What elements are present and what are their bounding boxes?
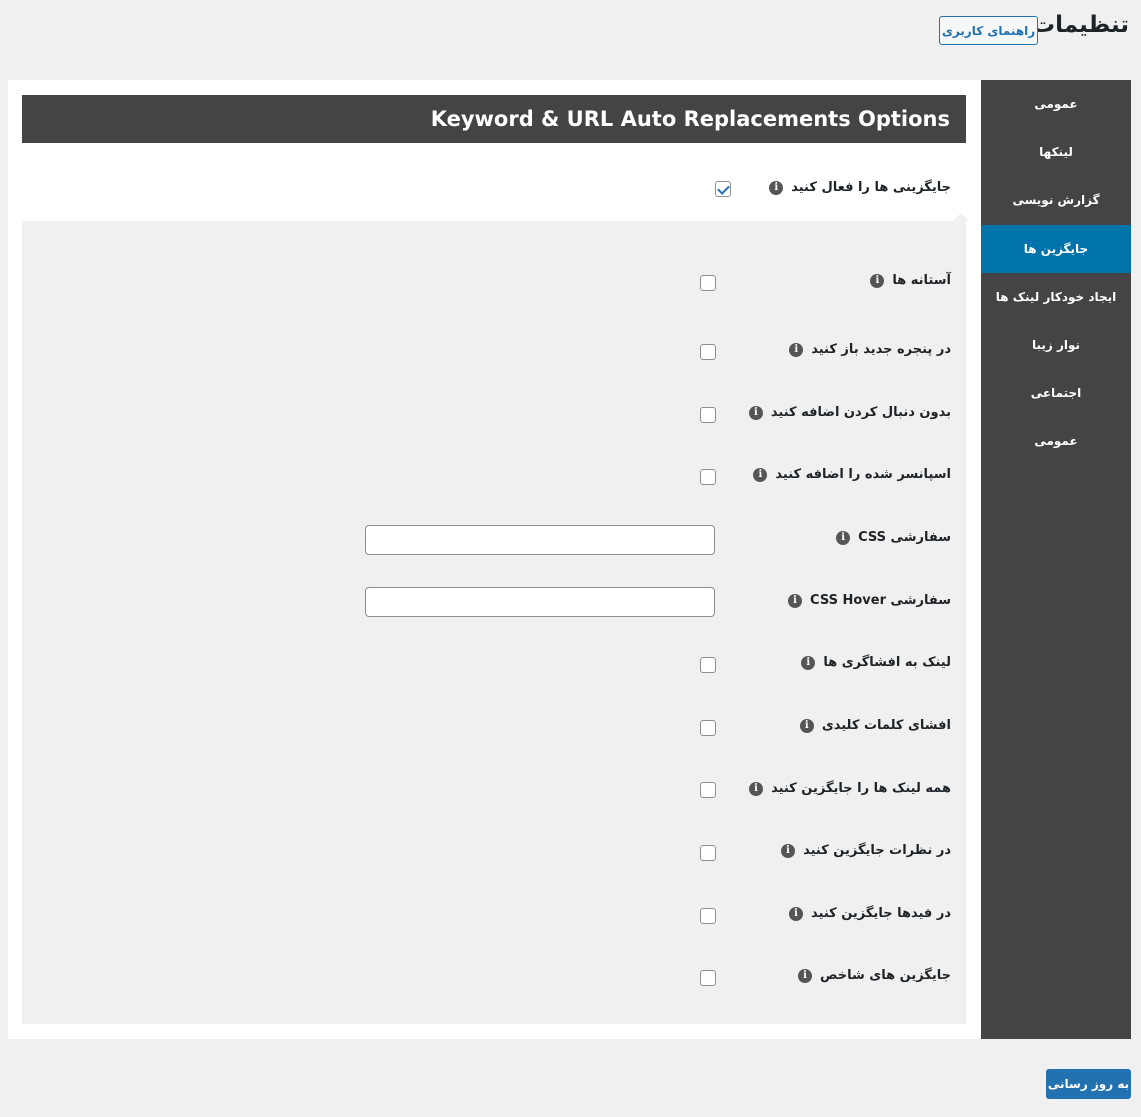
update-button[interactable]: به روز رسانی — [1046, 1069, 1131, 1099]
thresholds-checkbox[interactable] — [700, 275, 716, 291]
sidebar-item-links[interactable]: لینکها — [981, 128, 1131, 176]
option-label-keyword-disclosure: i افشای کلمات کلیدی — [799, 718, 951, 733]
sidebar-item-general[interactable]: عمومی — [981, 80, 1131, 128]
option-label-custom-hover-css: i CSS Hover سفارشی — [788, 593, 951, 608]
option-label-replace-feeds: i در فیدها جایگزین کنید — [789, 906, 951, 921]
option-label-replace-all: i همه لینک ها را جایگزین کنید — [749, 781, 951, 796]
nofollow-checkbox[interactable] — [700, 407, 716, 423]
settings-sidebar: عمومی لینکها گزارش نویسی جایگزین ها ایجا… — [981, 80, 1131, 1039]
section-title: Keyword & URL Auto Replacements Options — [22, 95, 966, 143]
disclosures-link-checkbox[interactable] — [700, 657, 716, 673]
sidebar-item-logging[interactable]: گزارش نویسی — [981, 176, 1131, 224]
page-title: تنظیمات — [1032, 12, 1129, 38]
info-icon[interactable]: i — [769, 180, 784, 195]
index-replacements-checkbox[interactable] — [700, 970, 716, 986]
replace-comments-checkbox[interactable] — [700, 845, 716, 861]
replace-all-checkbox[interactable] — [700, 782, 716, 798]
info-icon[interactable]: i — [753, 467, 768, 482]
sidebar-item-replacements[interactable]: جایگزین ها — [981, 225, 1131, 273]
enable-replacements-checkbox[interactable] — [715, 181, 731, 197]
info-icon[interactable]: i — [801, 655, 816, 670]
option-label-replace-comments: i در نظرات جایگزین کنید — [781, 843, 951, 858]
sidebar-item-social[interactable]: اجتماعی — [981, 369, 1131, 417]
info-icon[interactable]: i — [870, 273, 885, 288]
info-icon[interactable]: i — [789, 342, 804, 357]
sidebar-item-auto-links[interactable]: ایجاد خودکار لینک ها — [981, 273, 1131, 321]
option-label-custom-css: i CSS سفارشی — [836, 530, 951, 545]
sponsored-checkbox[interactable] — [700, 469, 716, 485]
help-button[interactable]: راهنمای کاربری — [939, 16, 1038, 45]
settings-wrapper: عمومی لینکها گزارش نویسی جایگزین ها ایجا… — [8, 80, 1131, 1039]
info-icon[interactable]: i — [789, 906, 803, 921]
replace-feeds-checkbox[interactable] — [700, 908, 716, 924]
info-icon[interactable]: i — [836, 530, 851, 545]
option-label-disclosures-link: i لینک به افشاگری ها — [801, 655, 951, 670]
option-label-nofollow: i بدون دنبال کردن اضافه کنید — [748, 405, 951, 420]
sidebar-item-general-2[interactable]: عمومی — [981, 417, 1131, 465]
option-label-sponsored: i اسپانسر شده را اضافه کنید — [753, 467, 951, 482]
option-label-index-replacements: i جایگزین های شاخص — [798, 968, 951, 983]
option-label-new-window: i در پنجره جدید باز کنید — [789, 342, 951, 357]
info-icon[interactable]: i — [749, 781, 764, 796]
new-window-checkbox[interactable] — [700, 344, 716, 360]
info-icon[interactable]: i — [748, 405, 763, 420]
sidebar-item-pretty-bar[interactable]: نوار زیبا — [981, 321, 1131, 369]
info-icon[interactable]: i — [781, 843, 796, 858]
enable-replacements-label: i جایگزینی ها را فعال کنید — [769, 180, 951, 195]
option-label-thresholds: i آستانه ها — [870, 273, 951, 288]
keyword-disclosure-checkbox[interactable] — [700, 720, 716, 736]
info-icon[interactable]: i — [799, 718, 814, 733]
custom-css-input[interactable] — [365, 525, 715, 555]
info-icon[interactable]: i — [798, 968, 812, 983]
panel-pointer — [953, 213, 969, 221]
info-icon[interactable]: i — [788, 593, 803, 608]
custom-hover-css-input[interactable] — [365, 587, 715, 617]
replacement-options-panel: i آستانه ها i در پنجره جدید باز کنید i ب… — [22, 221, 966, 1024]
